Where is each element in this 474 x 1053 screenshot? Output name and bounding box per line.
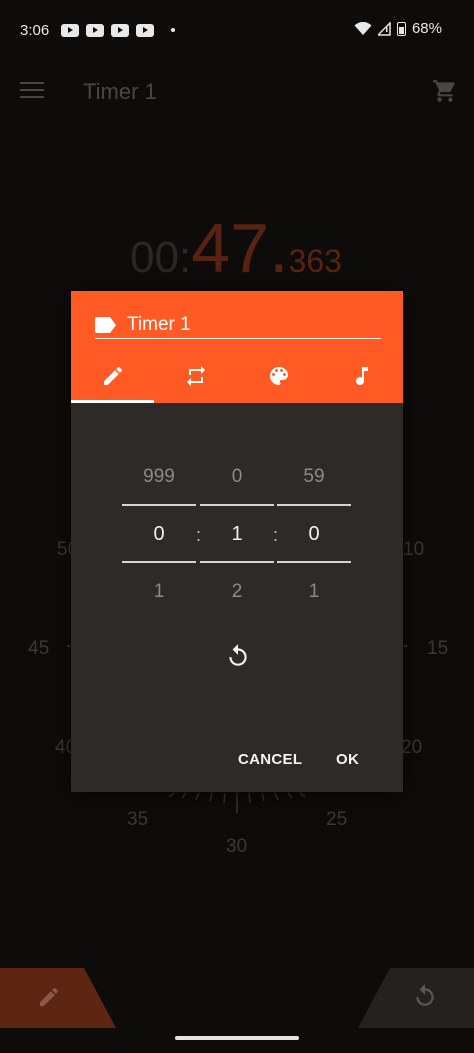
hours-divider-bottom xyxy=(122,561,196,563)
minutes-divider-top xyxy=(200,504,274,506)
restore-icon xyxy=(416,984,434,1006)
cancel-button[interactable]: CANCEL xyxy=(238,751,302,768)
pencil-icon xyxy=(40,987,59,1006)
dialog-header: Timer 1 xyxy=(71,291,403,403)
timer-name-field[interactable]: Timer 1 xyxy=(95,311,381,339)
minutes-next-value[interactable]: 2 xyxy=(200,581,274,603)
seconds-divider-bottom xyxy=(277,561,351,563)
restore-icon xyxy=(229,644,247,666)
palette-icon xyxy=(269,367,288,385)
tab-sound[interactable] xyxy=(320,349,403,403)
music-note-icon xyxy=(355,367,368,386)
reset-time-button[interactable] xyxy=(223,641,253,671)
tab-repeat[interactable] xyxy=(154,349,237,403)
minutes-value[interactable]: 1 xyxy=(200,523,274,546)
pencil-icon xyxy=(103,366,122,385)
hours-next-value[interactable]: 1 xyxy=(122,581,196,603)
seconds-divider-top xyxy=(277,504,351,506)
minutes-prev-value[interactable]: 0 xyxy=(200,466,274,488)
tab-edit[interactable] xyxy=(71,349,154,403)
minutes-divider-bottom xyxy=(200,561,274,563)
label-tag-icon xyxy=(95,316,116,333)
hours-divider-top xyxy=(122,504,196,506)
hours-prev-value[interactable]: 999 xyxy=(122,466,196,488)
ok-button[interactable]: OK xyxy=(336,751,359,768)
tab-color[interactable] xyxy=(237,349,320,403)
seconds-value[interactable]: 0 xyxy=(277,523,351,546)
seconds-prev-value[interactable]: 59 xyxy=(277,466,351,488)
dialog-tabs xyxy=(71,349,403,403)
repeat-icon xyxy=(186,366,205,386)
seconds-next-value[interactable]: 1 xyxy=(277,581,351,603)
gesture-nav-handle[interactable] xyxy=(175,1036,299,1040)
hours-value[interactable]: 0 xyxy=(122,523,196,546)
edit-timer-dialog: Timer 1 999 0 1: 0 1 2: 59 0 1 CANCEL … xyxy=(71,291,403,792)
timer-name-value: Timer 1 xyxy=(127,313,191,335)
